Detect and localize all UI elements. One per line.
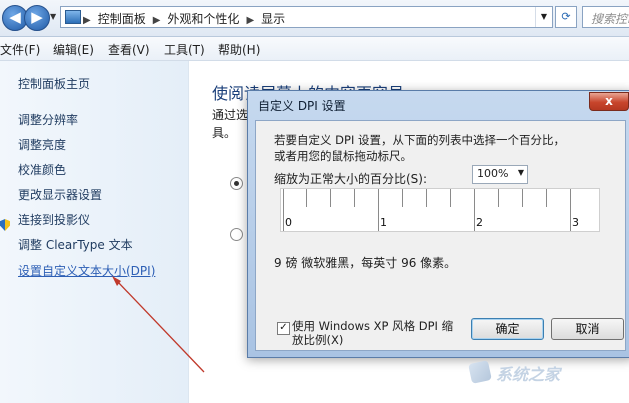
custom-dpi-dialog: 自定义 DPI 设置 x 若要自定义 DPI 设置，从下面的列表中选择一个百分比… [247, 90, 629, 358]
ruler-tick [283, 189, 284, 231]
ruler-tick [522, 189, 523, 207]
site-watermark: 系统之家 [468, 354, 620, 394]
instruction-text: 若要自定义 DPI 设置，从下面的列表中选择一个百分比， 或者用您的鼠标拖动标尺… [274, 132, 565, 164]
font-info-text: 9 磅 微软雅黑，每英寸 96 像素。 [274, 256, 457, 270]
ruler-tick [450, 189, 451, 207]
ruler-tick [570, 189, 571, 231]
ruler-tick [330, 189, 331, 207]
chevron-down-icon: ▼ [517, 168, 524, 177]
ruler-tick [354, 189, 355, 207]
scale-label: 缩放为正常大小的百分比(S): [274, 172, 428, 186]
xp-style-checkbox[interactable]: ✓ [277, 322, 290, 335]
close-button[interactable]: x [589, 92, 629, 111]
instruction-line: 或者用您的鼠标拖动标尺。 [274, 149, 412, 163]
dpi-ruler[interactable]: 0 1 2 3 [280, 188, 600, 232]
dialog-title: 自定义 DPI 设置 [258, 99, 346, 113]
ruler-label: 3 [572, 216, 579, 229]
scale-percent-value: 100% [477, 167, 509, 180]
ruler-tick [474, 189, 475, 231]
watermark-logo-icon [468, 360, 492, 384]
ruler-label: 1 [380, 216, 387, 229]
ruler-tick [402, 189, 403, 207]
ruler-tick [378, 189, 379, 231]
instruction-line: 若要自定义 DPI 设置，从下面的列表中选择一个百分比， [274, 133, 565, 147]
ruler-label: 0 [285, 216, 292, 229]
dialog-body: 若要自定义 DPI 设置，从下面的列表中选择一个百分比， 或者用您的鼠标拖动标尺… [255, 120, 626, 351]
cancel-button[interactable]: 取消 [551, 318, 624, 340]
scale-percent-select[interactable]: 100% ▼ [472, 165, 528, 184]
ruler-tick [426, 189, 427, 207]
ruler-tick [306, 189, 307, 207]
ruler-tick [546, 189, 547, 207]
ruler-tick [498, 189, 499, 207]
ok-button[interactable]: 确定 [471, 318, 544, 340]
xp-style-checkbox-label[interactable]: 使用 Windows XP 风格 DPI 缩放比例(X) [292, 319, 462, 347]
ruler-label: 2 [476, 216, 483, 229]
watermark-text: 系统之家 [496, 365, 561, 384]
